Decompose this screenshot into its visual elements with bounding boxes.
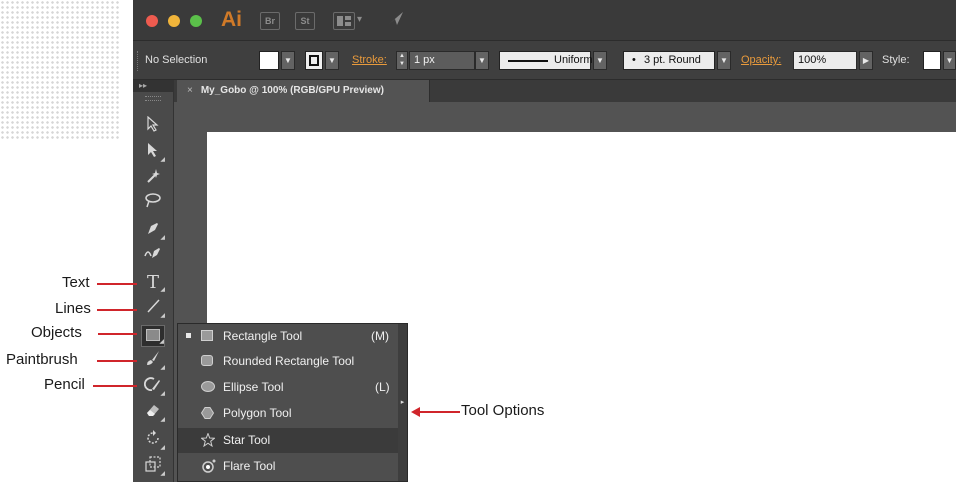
stroke-weight-dropdown[interactable]: ▼ (475, 51, 489, 70)
tools-panel: ▸▸ ◢ ◢ T ◢ ◢ ◢ ◢ ◢ ◢ ◢ ◢ (133, 80, 174, 482)
stroke-weight-stepper[interactable]: ▲ ▼ (396, 51, 408, 70)
brush-dot-icon: • (632, 54, 636, 66)
opacity-field[interactable]: 100% (793, 51, 857, 70)
stroke-weight-field[interactable]: 1 px (409, 51, 475, 70)
sync-icon[interactable] (388, 10, 404, 31)
star-tool-item[interactable]: Star Tool (178, 428, 398, 453)
annotation-line (418, 411, 460, 413)
rectangle-tool-item[interactable]: Rectangle Tool (M) (178, 324, 398, 349)
annotation-line (97, 360, 137, 362)
rotate-tool-icon[interactable]: ◢ (141, 430, 165, 452)
annotation-text: Text (62, 274, 90, 291)
title-bar: Ai Br St ▾ (133, 0, 956, 40)
ellipse-tool-item[interactable]: Ellipse Tool (L) (178, 375, 398, 400)
ellipse-icon (201, 381, 215, 392)
brush-label: 3 pt. Round (644, 54, 701, 66)
rectangle-tool-shortcut: (M) (371, 329, 389, 343)
shape-tools-flyout: Rectangle Tool (M) Rounded Rectangle Too… (177, 323, 408, 482)
arrange-dropdown-icon[interactable]: ▾ (357, 14, 362, 25)
close-window-button[interactable] (146, 15, 158, 27)
arrange-documents-icon[interactable] (333, 12, 355, 30)
active-tool-bullet (186, 333, 191, 338)
graphic-style-swatch[interactable] (923, 51, 941, 70)
rectangle-icon (201, 330, 213, 341)
type-tool-glyph: T (146, 272, 159, 293)
line-segment-tool-icon[interactable]: ◢ (141, 298, 165, 320)
tools-panel-collapse-icon[interactable]: ▸▸ (133, 80, 173, 92)
flare-tool-item[interactable]: Flare Tool (178, 454, 398, 479)
control-bar-grip[interactable] (137, 51, 140, 71)
magic-wand-tool-icon[interactable] (141, 168, 165, 190)
close-tab-icon[interactable]: × (187, 85, 193, 96)
lasso-tool-icon[interactable] (141, 192, 165, 214)
annotation-paintbrush: Paintbrush (6, 351, 78, 368)
tools-panel-grip[interactable] (145, 96, 161, 101)
annotation-line (98, 333, 137, 335)
type-tool-icon[interactable]: T ◢ (141, 272, 165, 294)
pen-tool-icon[interactable]: ◢ (141, 220, 165, 242)
paintbrush-tool-icon[interactable]: ◢ (141, 350, 165, 372)
direct-selection-tool-icon[interactable]: ◢ (141, 142, 165, 164)
ellipse-tool-label: Ellipse Tool (223, 380, 284, 394)
annotation-tool-options: Tool Options (461, 402, 545, 419)
annotation-objects: Objects (31, 324, 82, 341)
graphic-style-dropdown[interactable]: ▼ (943, 51, 956, 70)
bridge-button[interactable]: Br (260, 12, 280, 30)
document-title: My_Gobo @ 100% (RGB/GPU Preview) (200, 85, 384, 96)
opacity-label[interactable]: Opacity: (741, 54, 781, 66)
stroke-color-dropdown[interactable]: ▼ (325, 51, 339, 70)
annotation-lines: Lines (55, 300, 91, 317)
flare-icon (201, 458, 216, 473)
rectangle-tool-label: Rectangle Tool (223, 329, 303, 343)
stroke-swatch[interactable] (305, 51, 323, 70)
shaper-tool-icon[interactable]: ◢ (141, 376, 165, 398)
star-icon (200, 432, 216, 448)
rectangle-tool-icon[interactable]: ◢ (141, 325, 165, 347)
curvature-tool-icon[interactable] (141, 244, 165, 266)
opacity-slider-button[interactable]: ▶ (859, 51, 873, 70)
profile-dropdown[interactable]: ▼ (593, 51, 607, 70)
polygon-tool-item[interactable]: Polygon Tool (178, 401, 398, 426)
rounded-rectangle-tool-label: Rounded Rectangle Tool (223, 354, 355, 368)
annotation-pencil: Pencil (44, 376, 85, 393)
star-tool-label: Star Tool (223, 433, 271, 447)
minimize-window-button[interactable] (168, 15, 180, 27)
annotation-line (97, 283, 137, 285)
selection-status: No Selection (145, 54, 208, 66)
fill-swatch[interactable] (259, 51, 279, 70)
polygon-icon (200, 407, 215, 419)
brush-definition[interactable]: • 3 pt. Round (623, 51, 715, 70)
illustrator-logo: Ai (221, 8, 242, 31)
fill-dropdown[interactable]: ▼ (281, 51, 295, 70)
document-tab[interactable]: × My_Gobo @ 100% (RGB/GPU Preview) (177, 80, 430, 102)
decorative-dot-pattern (0, 0, 120, 140)
flare-tool-label: Flare Tool (223, 459, 276, 473)
stroke-label[interactable]: Stroke: (352, 54, 387, 66)
polygon-tool-label: Polygon Tool (223, 406, 292, 420)
annotation-line (93, 385, 137, 387)
stock-button[interactable]: St (295, 12, 315, 30)
annotation-line (97, 309, 137, 311)
profile-label: Uniform (554, 54, 593, 66)
eraser-tool-icon[interactable]: ◢ (141, 402, 165, 424)
selection-tool-icon[interactable] (141, 115, 165, 138)
control-bar: No Selection ▼ ▼ Stroke: ▲ ▼ 1 px ▼ Unifo… (133, 40, 956, 80)
scale-tool-icon[interactable]: ◢ (141, 456, 165, 478)
zoom-window-button[interactable] (190, 15, 202, 27)
rounded-rectangle-icon (201, 355, 213, 366)
brush-dropdown[interactable]: ▼ (717, 51, 731, 70)
tear-off-icon[interactable]: ▸ (398, 324, 407, 481)
ellipse-tool-shortcut: (L) (375, 380, 390, 394)
variable-width-profile[interactable]: Uniform (499, 51, 593, 70)
style-label: Style: (882, 54, 910, 66)
rounded-rectangle-tool-item[interactable]: Rounded Rectangle Tool (178, 349, 398, 374)
